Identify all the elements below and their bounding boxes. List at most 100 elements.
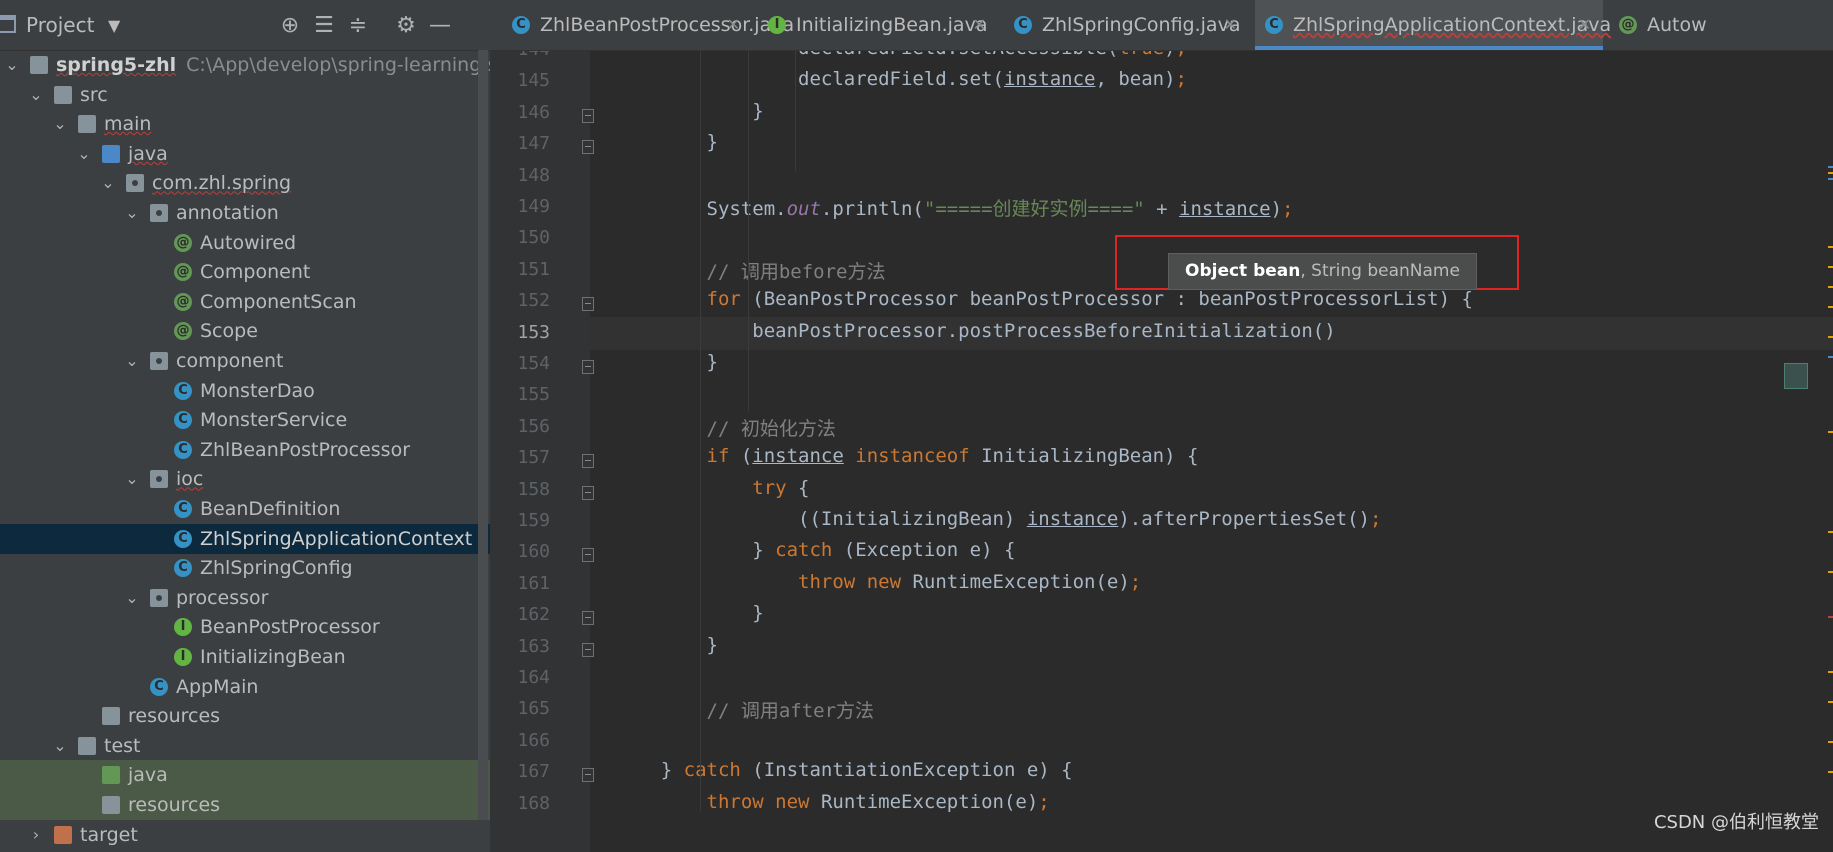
tree-item[interactable]: ⌄ component	[0, 346, 490, 376]
close-icon[interactable]: ✕	[973, 0, 986, 50]
locate-icon[interactable]: ⊕	[275, 10, 305, 40]
tree-item[interactable]: ⌄ src	[0, 80, 490, 110]
line-number[interactable]: 148	[490, 165, 550, 186]
stripe-marker[interactable]	[1828, 671, 1833, 673]
stripe-marker[interactable]	[1828, 246, 1833, 248]
tree-item[interactable]: ⌄ spring5-zhl C:\App\develop\spring-learni…	[0, 50, 490, 80]
tree-item[interactable]: ⌄ annotation	[0, 198, 490, 228]
code-editor[interactable]: 144 145 146 147 148 149 150 151 152 153 154 155 156 1…	[490, 51, 1833, 852]
line-number[interactable]: 166	[490, 730, 550, 751]
stripe-marker[interactable]	[1828, 266, 1833, 268]
chevron-down-icon[interactable]: ⌄	[124, 198, 140, 228]
tree-item[interactable]: java	[0, 760, 490, 791]
line-number[interactable]: 144	[490, 51, 550, 60]
chevron-down-icon[interactable]: ⌄	[28, 80, 44, 110]
stripe-marker[interactable]	[1828, 286, 1833, 288]
tree-item[interactable]: @ Autowired	[0, 228, 490, 258]
project-scrollbar[interactable]	[478, 50, 488, 820]
code-line[interactable]: for (BeanPostProcessor beanPostProcessor…	[615, 288, 1473, 310]
tree-item[interactable]: ⌄ test	[0, 731, 490, 761]
fold-marker-icon[interactable]	[582, 360, 594, 374]
tree-item[interactable]: I BeanPostProcessor	[0, 612, 490, 642]
chevron-down-icon[interactable]: ⌄	[124, 464, 140, 494]
stripe-marker[interactable]	[1828, 356, 1833, 358]
stripe-marker[interactable]	[1828, 571, 1833, 573]
editor-tab[interactable]: C ZhlBeanPostProcessor.java ✕	[502, 0, 794, 50]
code-line[interactable]: // 调用before方法	[615, 257, 886, 284]
tree-item[interactable]: ⌄ com.zhl.spring	[0, 168, 490, 198]
stripe-marker[interactable]	[1828, 178, 1833, 180]
line-number[interactable]: 147	[490, 133, 550, 154]
tree-item[interactable]: › target	[0, 820, 490, 850]
line-number[interactable]: 164	[490, 667, 550, 688]
fold-marker-icon[interactable]	[582, 642, 594, 657]
project-panel-title[interactable]: Project	[26, 13, 94, 37]
line-number[interactable]: 150	[490, 227, 550, 248]
line-number[interactable]: 168	[490, 793, 550, 814]
editor-gutter[interactable]: 144 145 146 147 148 149 150 151 152 153 154 155 156 1…	[490, 51, 594, 852]
stripe-marker[interactable]	[1828, 531, 1833, 533]
tree-item[interactable]: C ZhlSpringApplicationContext	[0, 523, 490, 554]
tree-item[interactable]: C AppMain	[0, 672, 490, 702]
editor-tab[interactable]: C ZhlSpringConfig.java ✕	[1004, 0, 1249, 50]
line-number[interactable]: 163	[490, 636, 550, 657]
line-number[interactable]: 161	[490, 573, 550, 594]
code-line[interactable]: throw new RuntimeException(e);	[615, 791, 1050, 813]
stripe-marker[interactable]	[1828, 166, 1833, 168]
tree-item[interactable]: @ Component	[0, 257, 490, 287]
line-number[interactable]: 153	[490, 322, 550, 343]
tree-item[interactable]: I InitializingBean	[0, 642, 490, 672]
code-line[interactable]: }	[615, 100, 763, 122]
code-line[interactable]: }	[615, 634, 718, 656]
editor-tab[interactable]: I InitializingBean.java ✕	[758, 0, 998, 50]
stripe-marker[interactable]	[1828, 771, 1833, 773]
stripe-marker[interactable]	[1828, 336, 1833, 338]
tree-item[interactable]: @ ComponentScan	[0, 287, 490, 317]
tree-item[interactable]: C ZhlSpringConfig	[0, 553, 490, 583]
chevron-down-icon[interactable]: ▼	[108, 16, 120, 35]
fold-marker-icon[interactable]	[582, 108, 594, 123]
line-number[interactable]: 146	[490, 102, 550, 123]
stripe-marker[interactable]	[1828, 172, 1833, 174]
line-number[interactable]: 155	[490, 384, 550, 405]
stripe-marker[interactable]	[1828, 741, 1833, 743]
fold-marker-icon[interactable]	[582, 140, 594, 155]
tree-item[interactable]: C ZhlBeanPostProcessor	[0, 435, 490, 465]
code-line[interactable]: }	[615, 602, 763, 624]
code-line[interactable]: }	[615, 351, 718, 373]
close-icon[interactable]: ✕	[1224, 0, 1237, 50]
code-line[interactable]: } catch (Exception e) {	[615, 539, 1015, 561]
code-line[interactable]: throw new RuntimeException(e);	[615, 571, 1141, 593]
chevron-down-icon[interactable]: ⌄	[100, 168, 116, 198]
fold-marker-icon[interactable]	[582, 454, 594, 469]
code-line[interactable]: } catch (InstantiationException e) {	[615, 759, 1073, 781]
code-line[interactable]: ((InitializingBean) instance).afterPrope…	[615, 508, 1381, 530]
editor-tab[interactable]: @ Autow	[1609, 0, 1707, 50]
code-line[interactable]: System.out.println("=====创建好实例====" + in…	[615, 194, 1294, 221]
tree-item[interactable]: ⌄ processor	[0, 583, 490, 613]
code-line[interactable]: }	[615, 131, 718, 153]
minimize-icon[interactable]: —	[425, 10, 455, 40]
tree-item[interactable]: ⌄ ioc	[0, 464, 490, 494]
line-number[interactable]: 151	[490, 259, 550, 280]
code-line[interactable]: try {	[615, 477, 809, 499]
code-line[interactable]: // 初始化方法	[615, 414, 836, 441]
chevron-right-icon[interactable]: ›	[28, 820, 44, 850]
line-number[interactable]: 157	[490, 447, 550, 468]
tree-item[interactable]: resources	[0, 701, 490, 731]
line-number[interactable]: 162	[490, 604, 550, 625]
expand-all-icon[interactable]: ☰	[309, 10, 339, 40]
chevron-down-icon[interactable]: ⌄	[52, 731, 68, 761]
close-icon[interactable]: ✕	[1578, 0, 1591, 50]
line-number[interactable]: 154	[490, 353, 550, 374]
error-stripe[interactable]	[1828, 51, 1833, 852]
chevron-down-icon[interactable]: ⌄	[124, 346, 140, 376]
tree-item[interactable]: C BeanDefinition	[0, 494, 490, 524]
tree-item[interactable]: ⌄ java	[0, 139, 490, 169]
line-number[interactable]: 149	[490, 196, 550, 217]
fold-marker-icon[interactable]	[582, 297, 594, 312]
code-line[interactable]: beanPostProcessor.postProcessBeforeIniti…	[615, 320, 1335, 342]
chevron-down-icon[interactable]: ⌄	[4, 50, 20, 80]
chevron-down-icon[interactable]: ⌄	[52, 109, 68, 139]
tree-item[interactable]: @ Scope	[0, 316, 490, 346]
